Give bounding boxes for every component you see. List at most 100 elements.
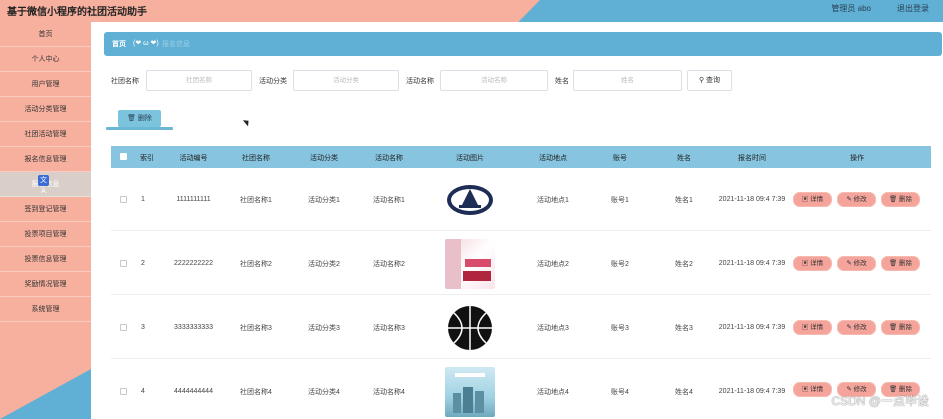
search-label-club: 社团名称 bbox=[111, 78, 139, 85]
edit-button[interactable]: ✎ 修改 bbox=[837, 192, 876, 207]
cell-index: 1 bbox=[141, 196, 145, 203]
breadcrumb-current: 报名信息 bbox=[162, 41, 190, 48]
cell-activity-name: 活动名称4 bbox=[373, 388, 405, 396]
activity-image bbox=[445, 366, 495, 417]
detail-icon: ▣ bbox=[801, 324, 811, 331]
search-label-activity: 活动名称 bbox=[406, 78, 434, 85]
search-input-activity[interactable]: 活动名称 bbox=[440, 70, 548, 91]
edit-label: 修改 bbox=[853, 260, 867, 267]
sidebar-item-vote-info[interactable]: 投票信息管理 bbox=[0, 247, 91, 272]
delete-label: 删除 bbox=[137, 115, 152, 122]
query-label: 查询 bbox=[706, 77, 721, 84]
sidebar-item-home[interactable]: 首页 bbox=[0, 22, 91, 47]
sidebar-item-reward[interactable]: 奖励情况管理 bbox=[0, 272, 91, 297]
sidebar-item-registration-info[interactable]: 报名信息 文A bbox=[0, 172, 91, 197]
cell-person: 姓名2 bbox=[675, 260, 693, 268]
row-checkbox[interactable] bbox=[119, 388, 127, 395]
current-user: 管理员 abo bbox=[831, 4, 871, 13]
delete-label: 删除 bbox=[899, 196, 913, 203]
detail-label: 详情 bbox=[810, 386, 824, 393]
search-input-category[interactable]: 活动分类 bbox=[293, 70, 399, 91]
detail-label: 详情 bbox=[810, 260, 824, 267]
cell-time: 2021-11-18 09:4 7:39 bbox=[718, 388, 786, 395]
sidebar-item-checkin[interactable]: 签到登记管理 bbox=[0, 197, 91, 222]
cell-time: 2021-11-18 09:4 7:39 bbox=[718, 196, 786, 203]
sidebar-item-system[interactable]: 系统管理 bbox=[0, 297, 91, 322]
cell-person: 姓名4 bbox=[675, 388, 693, 396]
detail-button[interactable]: ▣ 详情 bbox=[793, 256, 832, 271]
edit-label: 修改 bbox=[853, 196, 867, 203]
delete-button[interactable]: 🗑︎ 删除 bbox=[881, 192, 920, 207]
app-title: 基于微信小程序的社团活动助手 bbox=[7, 7, 147, 18]
detail-button[interactable]: ▣ 详情 bbox=[793, 192, 832, 207]
cell-category: 活动分类4 bbox=[308, 388, 340, 396]
sidebar-item-activity-category[interactable]: 活动分类管理 bbox=[0, 97, 91, 122]
row-checkbox[interactable] bbox=[119, 196, 127, 203]
edit-button[interactable]: ✎ 修改 bbox=[837, 256, 876, 271]
detail-label: 详情 bbox=[810, 196, 824, 203]
mouse-cursor-icon bbox=[242, 117, 252, 127]
batch-delete-button[interactable]: 🗑︎ 删除 bbox=[106, 110, 173, 130]
th-actions: 操作 bbox=[850, 155, 864, 162]
detail-button[interactable]: ▣ 详情 bbox=[793, 382, 832, 397]
sidebar-item-profile[interactable]: 个人中心 bbox=[0, 47, 91, 72]
trash-icon: 🗑︎ bbox=[888, 260, 900, 267]
cell-category: 活动分类1 bbox=[308, 196, 340, 204]
search-icon: ⚲ bbox=[698, 77, 707, 84]
sidebar-item-vote-project[interactable]: 投票项目管理 bbox=[0, 222, 91, 247]
activity-image bbox=[445, 174, 495, 225]
sidebar-item-registration[interactable]: 报名信息管理 bbox=[0, 147, 91, 172]
cell-code: 1111111111 bbox=[176, 196, 211, 203]
edit-icon: ✎ bbox=[846, 324, 854, 331]
edit-icon: ✎ bbox=[846, 260, 854, 267]
th-category: 活动分类 bbox=[310, 155, 338, 162]
cell-place: 活动地点1 bbox=[537, 196, 569, 204]
search-label-category: 活动分类 bbox=[259, 78, 287, 85]
cell-person: 姓名1 bbox=[675, 196, 693, 204]
edit-button[interactable]: ✎ 修改 bbox=[837, 320, 876, 335]
cell-club: 社团名称2 bbox=[240, 260, 272, 268]
th-place: 活动地点 bbox=[539, 155, 567, 162]
top-header: 基于微信小程序的社团活动助手 管理员 abo 退出登录 bbox=[0, 0, 943, 22]
search-row: 社团名称 社团名称 活动分类 活动分类 活动名称 活动名称 姓名 姓名 bbox=[0, 70, 943, 92]
cell-category: 活动分类2 bbox=[308, 260, 340, 268]
search-input-club[interactable]: 社团名称 bbox=[146, 70, 252, 91]
cell-code: 3333333333 bbox=[174, 324, 213, 331]
csdn-watermark: CSDN @一点毕设 bbox=[831, 394, 929, 408]
th-account: 账号 bbox=[613, 155, 627, 162]
delete-button[interactable]: 🗑︎ 删除 bbox=[881, 256, 920, 271]
cell-club: 社团名称1 bbox=[240, 196, 272, 204]
translate-icon[interactable]: 文A bbox=[38, 175, 49, 195]
cell-code: 4444444444 bbox=[174, 388, 213, 395]
trash-icon: 🗑︎ bbox=[888, 196, 900, 203]
trash-icon: 🗑︎ bbox=[888, 324, 900, 331]
delete-button[interactable]: 🗑︎ 删除 bbox=[881, 320, 920, 335]
detail-icon: ▣ bbox=[801, 386, 811, 393]
detail-button[interactable]: ▣ 详情 bbox=[793, 320, 832, 335]
query-button[interactable]: ⚲ 查询 bbox=[687, 70, 732, 91]
row-checkbox[interactable] bbox=[119, 324, 127, 331]
detail-icon: ▣ bbox=[801, 260, 811, 267]
table-header: 索引 活动编号 社团名称 活动分类 活动名称 活动图片 活动地点 账号 姓名 报… bbox=[111, 146, 931, 168]
search-label-name: 姓名 bbox=[555, 78, 569, 85]
cell-person: 姓名3 bbox=[675, 324, 693, 332]
table-row: 1 1111111111 社团名称1 活动分类1 活动名称1 活动地点1 账号1… bbox=[111, 168, 931, 231]
th-time: 报名时间 bbox=[738, 155, 766, 162]
cell-code: 2222222222 bbox=[174, 260, 213, 267]
breadcrumb-home[interactable]: 首页 bbox=[112, 39, 126, 49]
row-checkbox[interactable] bbox=[119, 260, 127, 267]
select-all-checkbox[interactable] bbox=[120, 153, 127, 160]
cell-activity-name: 活动名称2 bbox=[373, 260, 405, 268]
cell-account: 账号4 bbox=[611, 388, 629, 396]
th-image: 活动图片 bbox=[456, 155, 484, 162]
table-row: 2 2222222222 社团名称2 活动分类2 活动名称2 活动地点2 账号2… bbox=[111, 232, 931, 295]
table-row: 3 3333333333 社团名称3 活动分类3 活动名称3 活动地点3 账号3… bbox=[111, 296, 931, 359]
cell-index: 4 bbox=[141, 388, 145, 395]
search-input-name[interactable]: 姓名 bbox=[573, 70, 682, 91]
cell-account: 账号2 bbox=[611, 260, 629, 268]
trash-icon: 🗑︎ bbox=[127, 115, 138, 122]
breadcrumb: 首页 (❤ ω ❤) 报名信息 bbox=[104, 32, 942, 56]
logout-link[interactable]: 退出登录 bbox=[897, 3, 929, 14]
th-code: 活动编号 bbox=[179, 155, 208, 162]
sidebar-item-club-activity[interactable]: 社团活动管理 bbox=[0, 122, 91, 147]
